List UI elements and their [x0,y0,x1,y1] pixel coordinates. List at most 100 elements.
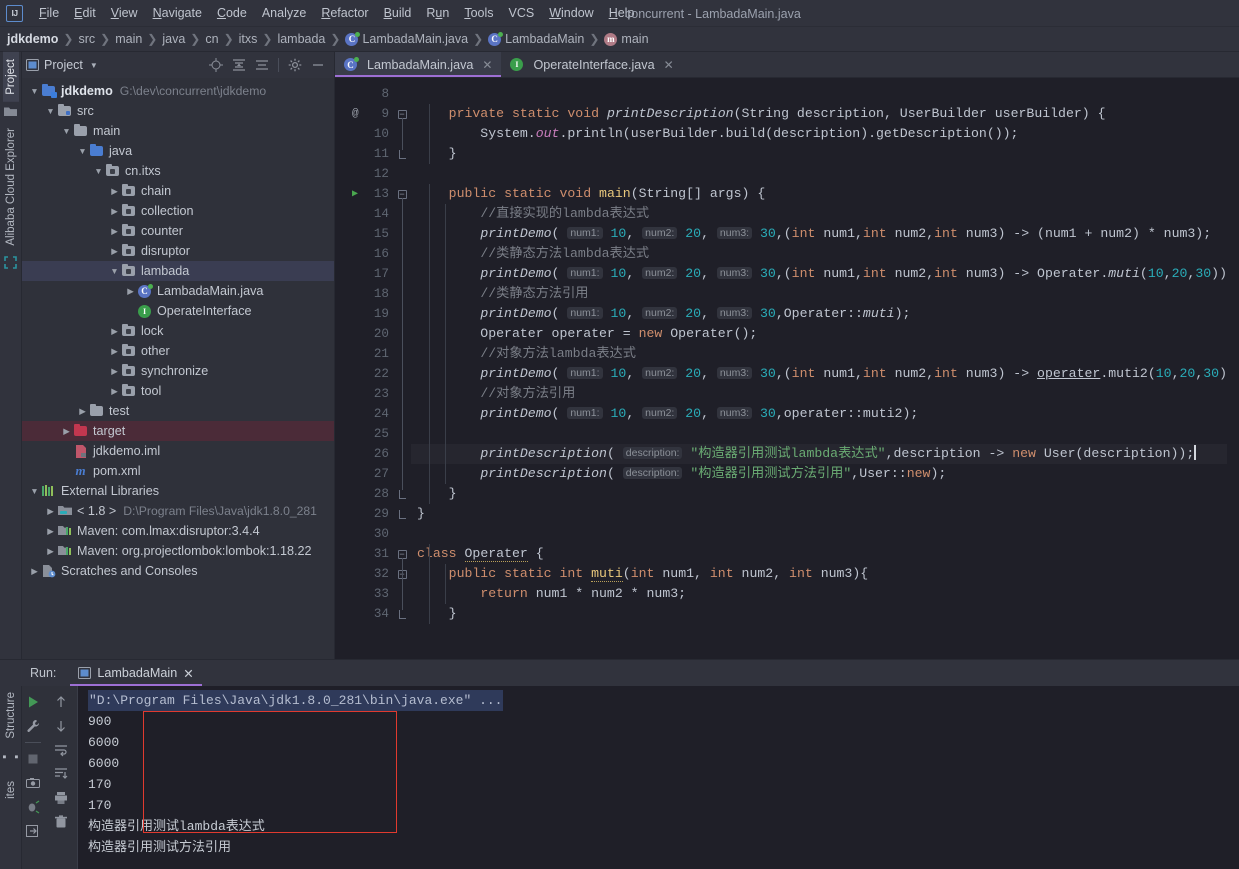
code-line-15[interactable]: printDemo( num1: 10, num2: 20, num3: 30,… [411,224,1227,244]
project-tree[interactable]: ▼ jdkdemo G:\dev\concurrent\jdkdemo ▼ src ▼ ma… [22,78,334,659]
close-icon[interactable]: ✕ [664,58,674,72]
tree-item-jdkdemo[interactable]: ▼ jdkdemo G:\dev\concurrent\jdkdemo [22,81,334,101]
fold-marker-29[interactable] [393,504,411,524]
tree-item-collection[interactable]: ▶ collection [22,201,334,221]
fold-end-icon[interactable] [398,609,406,619]
line-number-28[interactable]: 28 [335,484,393,504]
collapse-all-icon[interactable] [255,58,269,72]
tree-item-jdkdemo-iml[interactable]: jdkdemo.iml [22,441,334,461]
breadcrumb-item-main[interactable]: m main [601,32,651,46]
project-panel-title[interactable]: Project ▼ [26,58,98,72]
code-line-30[interactable] [411,524,1227,544]
code-line-27[interactable]: printDescription( description: "构造器引用测试方… [411,464,1227,484]
line-number-11[interactable]: 11 [335,144,393,164]
run-icon[interactable] [26,695,40,709]
line-number-15[interactable]: 15 [335,224,393,244]
chevron-right-icon[interactable]: ▶ [108,186,121,197]
breadcrumb-item-java[interactable]: java [159,32,188,46]
line-number-14[interactable]: 14 [335,204,393,224]
fold-end-icon[interactable] [398,149,406,159]
expand-all-icon[interactable] [232,58,246,72]
chevron-right-icon[interactable]: ▶ [108,226,121,237]
chevron-right-icon[interactable]: ▶ [108,246,121,257]
trash-icon[interactable] [54,815,68,829]
tree-item-src[interactable]: ▼ src [22,101,334,121]
code-text-area[interactable]: private static void printDescription(Str… [411,78,1227,659]
line-number-22[interactable]: 22 [335,364,393,384]
sidebar-tab-alibaba-cloud-explorer[interactable]: Alibaba Cloud Explorer [3,121,19,253]
tree-item-lambadamain-java[interactable]: ▶ C LambadaMain.java [22,281,334,301]
sidebar-tab-project[interactable]: Project [2,52,19,102]
menu-item-tools[interactable]: Tools [457,3,500,23]
editor-tab-operateinterface-java[interactable]: I OperateInterface.java ✕ [501,52,682,77]
fold-end-icon[interactable] [398,509,406,519]
chevron-right-icon[interactable]: ▶ [44,506,57,517]
code-line-10[interactable]: System.out.println(userBuilder.build(des… [411,124,1227,144]
breadcrumb-item-lambadamain-java[interactable]: C LambadaMain.java [342,32,471,46]
breadcrumb-item-lambada[interactable]: lambada [274,32,328,46]
fold-end-icon[interactable] [398,489,406,499]
menu-item-navigate[interactable]: Navigate [146,3,209,23]
code-line-21[interactable]: //对象方法lambda表达式 [411,344,1227,364]
chevron-right-icon[interactable]: ▶ [108,326,121,337]
code-line-24[interactable]: printDemo( num1: 10, num2: 20, num3: 30,… [411,404,1227,424]
line-number-18[interactable]: 18 [335,284,393,304]
code-line-9[interactable]: private static void printDescription(Str… [411,104,1227,124]
line-number-13[interactable]: ▶ 13 [335,184,393,204]
export-icon[interactable] [26,824,40,838]
code-line-29[interactable]: } [411,504,1227,524]
line-number-33[interactable]: 33 [335,584,393,604]
menu-item-window[interactable]: Window [542,3,600,23]
tree-item-lambada[interactable]: ▼ lambada [22,261,334,281]
breadcrumb-item-jdkdemo[interactable]: jdkdemo [4,32,61,46]
line-number-9[interactable]: @9 [335,104,393,124]
tree-item-counter[interactable]: ▶ counter [22,221,334,241]
tree-item-tool[interactable]: ▶ tool [22,381,334,401]
tree-item-maven--com-lmax-disruptor-3-4-4[interactable]: ▶ Maven: com.lmax:disruptor:3.4.4 [22,521,334,541]
line-number-21[interactable]: 21 [335,344,393,364]
tree-item-operateinterface[interactable]: I OperateInterface [22,301,334,321]
code-line-20[interactable]: Operater operater = new Operater(); [411,324,1227,344]
chevron-right-icon[interactable]: ▶ [28,566,41,577]
menu-item-run[interactable]: Run [419,3,456,23]
chevron-right-icon[interactable]: ▶ [76,406,89,417]
menu-item-analyze[interactable]: Analyze [255,3,313,23]
tree-item-synchronize[interactable]: ▶ synchronize [22,361,334,381]
code-line-32[interactable]: public static int muti(int num1, int num… [411,564,1227,584]
tree-item-pom-xml[interactable]: m pom.xml [22,461,334,481]
stop-icon[interactable] [26,752,40,766]
tree-item-maven--org-projectlombok-lombok-1-18-22[interactable]: ▶ Maven: org.projectlombok:lombok:1.18.22 [22,541,334,561]
line-number-34[interactable]: 34 [335,604,393,624]
code-line-28[interactable]: } [411,484,1227,504]
line-number-10[interactable]: 10 [335,124,393,144]
tree-item-disruptor[interactable]: ▶ disruptor [22,241,334,261]
code-line-11[interactable]: } [411,144,1227,164]
code-line-12[interactable] [411,164,1227,184]
chevron-down-icon[interactable]: ▼ [60,126,73,136]
chevron-right-icon[interactable]: ▶ [60,426,73,437]
chevron-right-icon[interactable]: ▶ [108,366,121,377]
breadcrumb-item-main[interactable]: main [112,32,145,46]
line-number-31[interactable]: 31 [335,544,393,564]
tree-item-cn-itxs[interactable]: ▼ cn.itxs [22,161,334,181]
menu-item-file[interactable]: File [32,3,66,23]
breadcrumb-item-lambadamain[interactable]: C LambadaMain [485,32,587,46]
tree-item-external-libraries[interactable]: ▼ External Libraries [22,481,334,501]
chevron-down-icon[interactable]: ▼ [28,486,41,496]
code-line-34[interactable]: } [411,604,1227,624]
chevron-down-icon[interactable]: ▼ [90,61,98,70]
line-number-24[interactable]: 24 [335,404,393,424]
chevron-down-icon[interactable]: ▼ [44,106,57,116]
code-line-13[interactable]: public static void main(String[] args) { [411,184,1227,204]
code-line-26[interactable]: printDescription( description: "构造器引用测试l… [411,444,1227,464]
soft-wrap-icon[interactable] [54,743,68,757]
line-number-25[interactable]: 25 [335,424,393,444]
gear-icon[interactable] [288,58,302,72]
breadcrumb-item-cn[interactable]: cn [202,32,221,46]
chevron-right-icon[interactable]: ▶ [44,546,57,557]
up-arrow-icon[interactable] [54,695,68,709]
line-number-32[interactable]: 32 [335,564,393,584]
line-number-gutter[interactable]: 8 @9 10 11 12 ▶ 13 14 15 16 17 18 19 20 21 22 23 24 25 26 27… [335,78,393,659]
sidebar-tab-structure[interactable]: ▪▪ Structure [0,686,23,775]
run-gutter-icon[interactable]: ▶ [352,188,358,200]
